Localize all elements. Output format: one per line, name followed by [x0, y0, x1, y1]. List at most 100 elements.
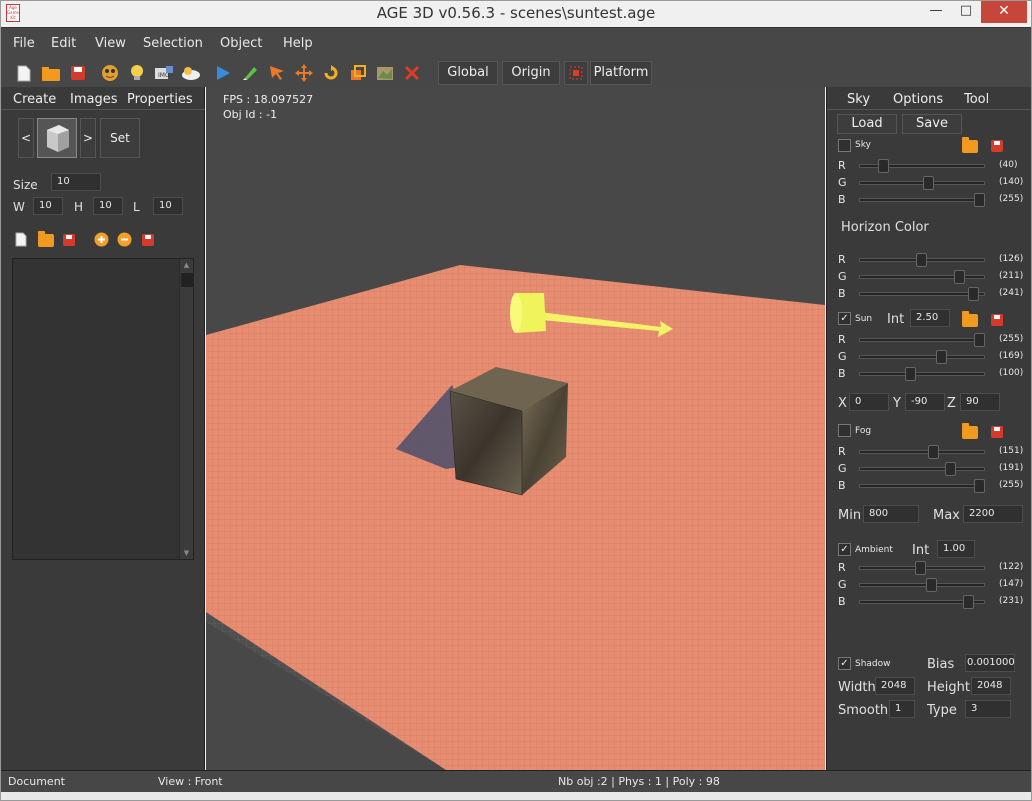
3d-viewport[interactable]: FPS : 18.097527 Obj Id : -1: [206, 87, 825, 770]
sun-save-icon[interactable]: [991, 314, 1003, 326]
shadow-width-input[interactable]: 2048: [875, 677, 915, 695]
origin-button[interactable]: Origin: [502, 61, 560, 85]
slider-knob[interactable]: [916, 253, 927, 267]
sun-checkbox[interactable]: ✓: [838, 312, 851, 325]
slider-knob[interactable]: [963, 595, 974, 609]
shadow-smooth-input[interactable]: 1: [889, 700, 915, 718]
menu-file[interactable]: File: [13, 36, 35, 51]
sun-b-slider[interactable]: [859, 367, 985, 381]
fog-checkbox[interactable]: [838, 424, 851, 437]
open-folder-icon[interactable]: [38, 231, 54, 247]
scroll-down-icon[interactable]: ▼: [180, 549, 193, 557]
sky-open-folder-icon[interactable]: [962, 137, 978, 153]
new-file-icon[interactable]: [13, 62, 35, 84]
minimize-button[interactable]: —: [921, 1, 951, 23]
tab-create[interactable]: Create: [13, 92, 56, 107]
ambient-checkbox[interactable]: ✓: [838, 543, 851, 556]
sky-r-slider[interactable]: [859, 159, 985, 173]
menu-edit[interactable]: Edit: [51, 36, 76, 51]
fog-save-icon[interactable]: [991, 426, 1003, 438]
set-button[interactable]: Set: [100, 118, 140, 158]
scale-icon[interactable]: [347, 62, 369, 84]
sun-x-input[interactable]: 0: [849, 393, 889, 411]
sky-b-slider[interactable]: [859, 193, 985, 207]
play-icon[interactable]: [212, 62, 234, 84]
terrain-icon[interactable]: [374, 62, 396, 84]
ambient-b-slider[interactable]: [859, 595, 985, 609]
shadow-bias-input[interactable]: 0.001000: [965, 654, 1015, 672]
slider-knob[interactable]: [968, 287, 979, 301]
close-button[interactable]: ✕: [981, 1, 1027, 23]
delete-icon[interactable]: [401, 62, 423, 84]
fog-g-slider[interactable]: [859, 462, 985, 476]
ambient-g-slider[interactable]: [859, 578, 985, 592]
slider-knob[interactable]: [974, 193, 985, 207]
tab-images[interactable]: Images: [70, 92, 118, 107]
rotate-icon[interactable]: [320, 62, 342, 84]
horizon-b-slider[interactable]: [859, 287, 985, 301]
menu-help[interactable]: Help: [283, 36, 313, 51]
shadow-type-input[interactable]: 3: [965, 700, 1011, 718]
load-button[interactable]: Load: [837, 114, 897, 134]
sky-g-slider[interactable]: [859, 176, 985, 190]
global-button[interactable]: Global: [438, 61, 498, 85]
sun-y-input[interactable]: -90: [905, 393, 945, 411]
slider-knob[interactable]: [954, 270, 965, 284]
horizon-r-slider[interactable]: [859, 253, 985, 267]
move-icon[interactable]: [293, 62, 315, 84]
tab-tool[interactable]: Tool: [964, 92, 989, 107]
scroll-up-icon[interactable]: ▲: [180, 261, 193, 269]
tab-options[interactable]: Options: [893, 92, 943, 107]
slider-knob[interactable]: [923, 176, 934, 190]
tab-sky[interactable]: Sky: [847, 92, 870, 107]
pencil-icon[interactable]: [239, 62, 261, 84]
sun-intensity-input[interactable]: 2.50: [910, 309, 950, 327]
new-file-icon[interactable]: [15, 232, 27, 250]
bulb-icon[interactable]: [126, 62, 148, 84]
ambient-intensity-input[interactable]: 1.00: [937, 540, 975, 558]
sky-save-icon[interactable]: [991, 140, 1003, 152]
next-shape-button[interactable]: >: [80, 118, 96, 158]
tab-properties[interactable]: Properties: [127, 92, 193, 107]
fog-r-slider[interactable]: [859, 445, 985, 459]
sprite-icon[interactable]: IMG: [153, 62, 175, 84]
sun-open-folder-icon[interactable]: [962, 311, 978, 327]
scroll-thumb[interactable]: [181, 273, 193, 287]
prev-shape-button[interactable]: <: [18, 118, 34, 158]
save-icon[interactable]: [67, 62, 89, 84]
fog-max-input[interactable]: 2200: [963, 505, 1023, 523]
sky-checkbox[interactable]: [838, 139, 851, 152]
slider-knob[interactable]: [936, 350, 947, 364]
width-input[interactable]: 10: [33, 197, 63, 215]
slider-knob[interactable]: [915, 561, 926, 575]
slider-knob[interactable]: [928, 445, 939, 459]
sun-g-slider[interactable]: [859, 350, 985, 364]
shadow-checkbox[interactable]: ✓: [838, 657, 851, 670]
fog-b-slider[interactable]: [859, 479, 985, 493]
save-list-icon[interactable]: [142, 234, 154, 246]
open-folder-icon[interactable]: [40, 62, 62, 84]
fog-open-folder-icon[interactable]: [962, 423, 978, 439]
add-icon[interactable]: [94, 232, 109, 250]
menu-selection[interactable]: Selection: [143, 36, 203, 51]
height-input[interactable]: 10: [93, 197, 123, 215]
sun-z-input[interactable]: 90: [960, 393, 1000, 411]
slider-knob[interactable]: [878, 159, 889, 173]
platform-toggle[interactable]: [564, 61, 588, 85]
length-input[interactable]: 10: [153, 197, 183, 215]
menu-view[interactable]: View: [95, 36, 126, 51]
remove-icon[interactable]: [117, 232, 132, 250]
slider-knob[interactable]: [974, 479, 985, 493]
select-arrow-icon[interactable]: [266, 62, 288, 84]
maximize-button[interactable]: □: [951, 1, 981, 23]
object-list[interactable]: ▲ ▼: [12, 258, 194, 560]
list-scrollbar[interactable]: ▲ ▼: [179, 259, 193, 559]
platform-button[interactable]: Platform: [590, 61, 652, 85]
sky-icon[interactable]: [180, 62, 202, 84]
slider-knob[interactable]: [974, 333, 985, 347]
size-input[interactable]: 10: [51, 173, 101, 191]
character-icon[interactable]: [99, 62, 121, 84]
save-icon[interactable]: [63, 234, 75, 246]
menu-object[interactable]: Object: [220, 36, 262, 51]
shape-preview[interactable]: [37, 118, 77, 158]
